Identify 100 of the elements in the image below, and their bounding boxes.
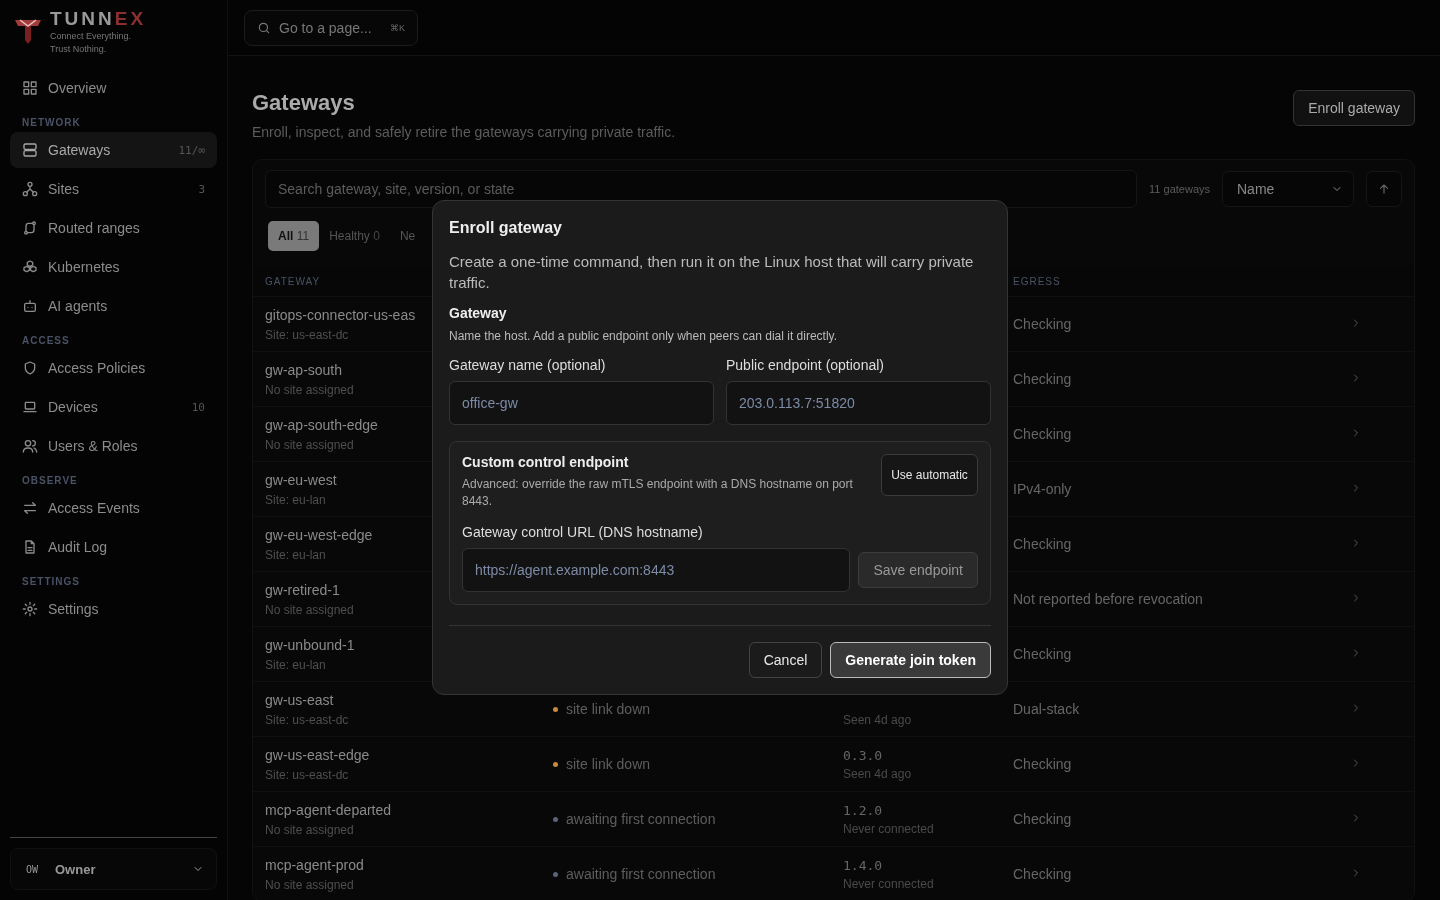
status-text: awaiting first connection	[566, 866, 716, 882]
arrow-up-icon	[1377, 182, 1391, 196]
field-label: Gateway control URL (DNS hostname)	[462, 524, 704, 540]
gateway-name[interactable]: gw-eu-west	[265, 471, 337, 488]
nav-item[interactable]: Sites 3	[10, 171, 217, 207]
cancel-button[interactable]: Cancel	[748, 642, 823, 678]
section-title: Gateway	[449, 305, 508, 321]
input-field[interactable]: 203.0.113.7:51820	[726, 381, 991, 425]
cubes-icon	[22, 259, 38, 275]
filter-tab[interactable]: All 11	[268, 221, 320, 251]
egress-text: Checking	[1013, 536, 1072, 552]
field-label: Gateway name (optional)	[449, 357, 607, 373]
sort-direction-button[interactable]	[1366, 171, 1402, 207]
input-field[interactable]: office-gw	[449, 381, 714, 425]
gateway-site: No site assigned	[265, 822, 354, 837]
status-text: awaiting first connection	[566, 811, 716, 827]
url-field[interactable]: https://agent.example.com:8443	[462, 548, 851, 592]
last-seen-text: Never connected	[843, 821, 935, 836]
search-icon	[257, 20, 271, 35]
nav-item[interactable]: Devices 10	[10, 389, 217, 425]
egress-text: IPv4-only	[1013, 481, 1072, 497]
version-text: 1.2.0	[843, 802, 884, 818]
route-icon	[22, 220, 38, 236]
sort-select[interactable]: Name	[1222, 171, 1354, 207]
users-icon	[22, 438, 38, 454]
nav-item[interactable]: Kubernetes	[10, 249, 217, 285]
last-seen-text: Seen 4d ago	[843, 712, 913, 727]
brand-tagline: Connect Everything.	[50, 30, 133, 43]
gateway-name[interactable]: mcp-agent-departed	[265, 801, 392, 818]
egress-text: Checking	[1013, 426, 1072, 442]
section-heading: NETWORK	[21, 116, 82, 130]
egress-text: Dual-stack	[1013, 701, 1080, 717]
gateway-site: No site assigned	[265, 437, 354, 452]
gateway-name[interactable]: gw-retired-1	[265, 581, 340, 598]
robot-icon	[22, 298, 38, 314]
dialog-title: Enroll gateway	[449, 219, 563, 237]
nav-count: 11/∞	[178, 143, 205, 157]
laptop-icon	[22, 399, 38, 415]
nav-item[interactable]: Gateways 11/∞	[10, 132, 217, 168]
gateway-site: Site: us-east-dc	[265, 767, 349, 782]
gateway-name[interactable]: gitops-connector-us-eas	[265, 306, 416, 323]
page-subtitle: Enroll, inspect, and safely retire the gateways carrying private traffic.	[252, 124, 676, 140]
arrows-icon	[22, 500, 38, 516]
nav-count: 3	[198, 182, 205, 196]
nav-item[interactable]: Routed ranges	[10, 210, 217, 246]
account-button[interactable]: OW Owner	[10, 848, 217, 890]
gateway-name[interactable]: gw-ap-south	[265, 361, 343, 378]
egress-text: Checking	[1013, 371, 1072, 387]
gateway-name[interactable]: gw-us-east	[265, 691, 334, 708]
egress-text: Checking	[1013, 646, 1072, 662]
settings-icon	[22, 601, 38, 617]
enroll-button[interactable]: Enroll gateway	[1293, 90, 1415, 126]
nav-item[interactable]: AI agents	[10, 288, 217, 324]
status-text: site link down	[566, 756, 651, 772]
nav-item[interactable]: Settings	[10, 591, 217, 627]
logo-icon	[14, 16, 42, 46]
last-seen-text: Seen 4d ago	[843, 766, 913, 781]
gateway-site: Site: eu-lan	[265, 547, 326, 562]
nav-item[interactable]: Audit Log	[10, 529, 217, 565]
gateway-name[interactable]: mcp-agent-prod	[265, 856, 364, 873]
panel-title: Custom control endpoint	[462, 454, 630, 470]
gateway-site: No site assigned	[265, 382, 354, 397]
gateway-site: No site assigned	[265, 877, 354, 892]
version-text: 0.3.0	[843, 747, 884, 763]
brand-tagline: Trust Nothing.	[50, 43, 108, 56]
generate-button[interactable]: Generate join token	[830, 642, 991, 678]
nav-item[interactable]: Access Policies	[10, 350, 217, 386]
shield-icon	[22, 360, 38, 376]
shortcut-hint: ⌘K	[390, 22, 405, 33]
document-icon	[22, 539, 38, 555]
gateway-name[interactable]: gw-unbound-1	[265, 636, 355, 653]
gateway-site: Site: eu-lan	[265, 492, 326, 507]
page-search-field[interactable]: Go to a page... ⌘K	[244, 9, 418, 46]
gateway-name[interactable]: gw-ap-south-edge	[265, 416, 378, 433]
gateway-site: Site: us-east-dc	[265, 327, 349, 342]
use-automatic-button[interactable]: Use automatic	[881, 454, 978, 496]
status-text: site link down	[566, 701, 651, 717]
egress-text: Checking	[1013, 811, 1072, 827]
egress-text: Not reported before revocation	[1013, 591, 1203, 607]
section-heading: ACCESS	[21, 334, 71, 348]
nav-count: 10	[191, 400, 205, 414]
section-heading: OBSERVE	[21, 474, 79, 488]
nav-item[interactable]: Overview	[10, 70, 217, 106]
gateway-site: Site: eu-lan	[265, 657, 326, 672]
field-label: Public endpoint (optional)	[726, 357, 885, 373]
egress-text: Checking	[1013, 866, 1072, 882]
version-text: 1.4.0	[843, 857, 884, 873]
nav-item[interactable]: Access Events	[10, 490, 217, 526]
section-hint: Name the host. Add a public endpoint only when peers can dial it directly.	[449, 329, 838, 343]
result-count: 11 gateways	[1149, 183, 1210, 195]
grid-icon	[22, 80, 38, 96]
nav-item[interactable]: Users & Roles	[10, 428, 217, 464]
page-title: Gateways	[252, 90, 356, 116]
gateway-site: No site assigned	[265, 602, 354, 617]
gateway-name[interactable]: gw-us-east-edge	[265, 746, 370, 763]
egress-text: Checking	[1013, 756, 1072, 772]
section-heading: SETTINGS	[21, 575, 81, 589]
nodes-icon	[22, 181, 38, 197]
gateway-name[interactable]: gw-eu-west-edge	[265, 526, 373, 543]
gateway-site: Site: us-east-dc	[265, 712, 349, 727]
